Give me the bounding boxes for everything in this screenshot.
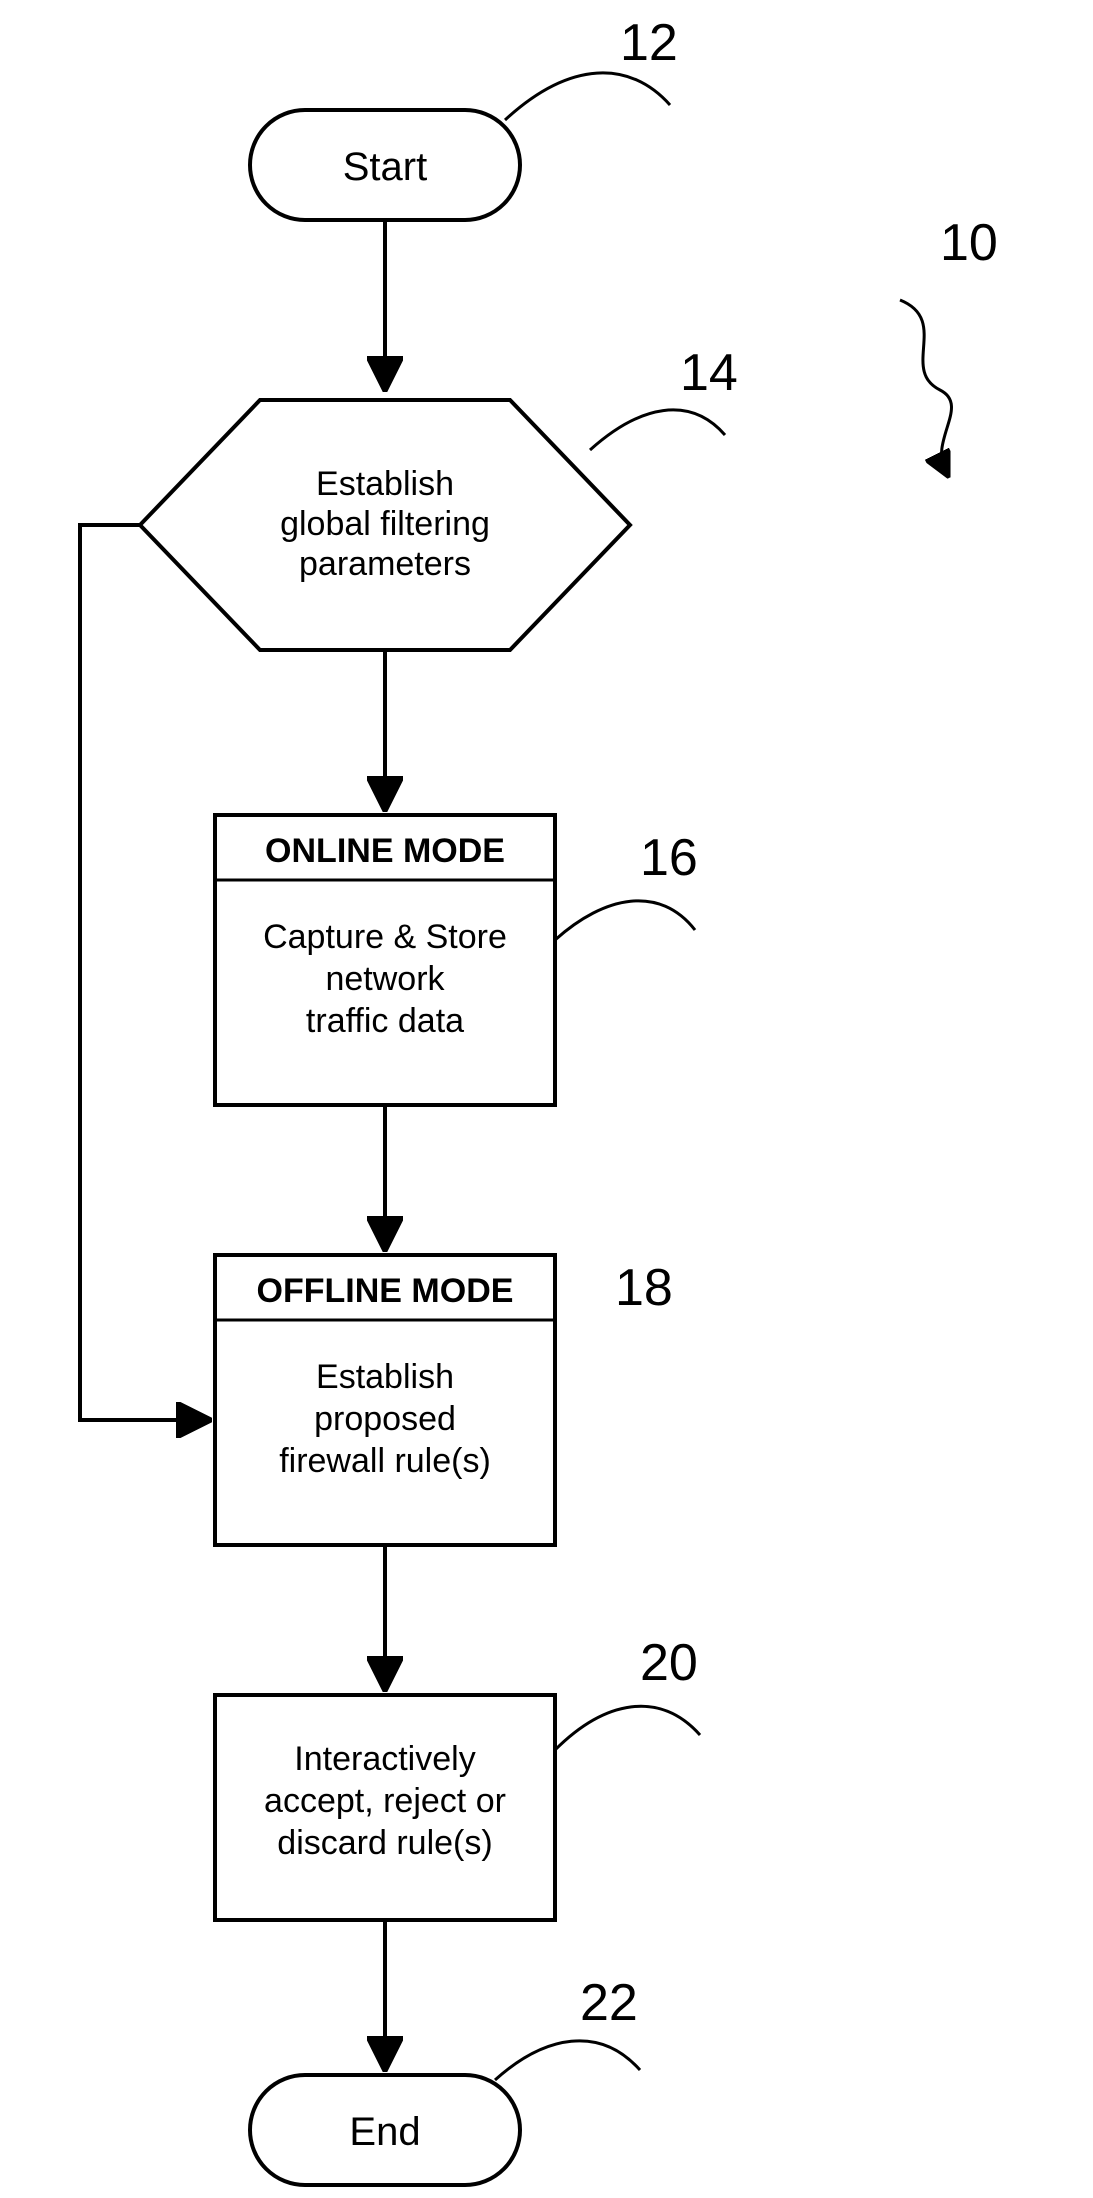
flowchart: Start 12 Establish global filtering para… [0,0,1093,2198]
online-line2: network [325,960,445,998]
callout-line-20 [555,1706,700,1750]
params-line2: global filtering [280,505,490,543]
review-line3: discard rule(s) [277,1824,492,1862]
ref-12: 12 [620,14,678,72]
offline-node: OFFLINE MODE Establish proposed firewall… [215,1255,555,1545]
params-line3: parameters [299,545,471,583]
offline-line1: Establish [316,1358,454,1396]
review-line1: Interactively [294,1740,475,1778]
callout-line-22 [495,2041,640,2080]
callout-line-14 [590,410,725,450]
params-node: Establish global filtering parameters [140,400,630,650]
review-node: Interactively accept, reject or discard … [215,1695,555,1920]
review-line2: accept, reject or [264,1782,506,1820]
offline-line3: firewall rule(s) [279,1442,491,1480]
online-line3: traffic data [306,1002,464,1040]
start-label: Start [343,145,427,189]
params-line1: Establish [316,465,454,503]
online-node: ONLINE MODE Capture & Store network traf… [215,815,555,1105]
callout-line-12 [505,73,670,120]
ref-22: 22 [580,1974,638,2032]
end-label: End [349,2110,420,2154]
ref-10: 10 [940,214,998,272]
ref-20: 20 [640,1634,698,1692]
online-header: ONLINE MODE [265,832,505,870]
callout-line-16 [555,901,695,940]
start-node: Start [250,110,520,220]
online-line1: Capture & Store [263,918,507,956]
ref-18: 18 [615,1259,673,1317]
offline-header: OFFLINE MODE [257,1272,514,1310]
squiggle-10 [900,300,951,470]
loop-params-to-offline [80,525,200,1420]
ref-14: 14 [680,344,738,402]
end-node: End [250,2075,520,2185]
offline-line2: proposed [314,1400,456,1438]
ref-16: 16 [640,829,698,887]
